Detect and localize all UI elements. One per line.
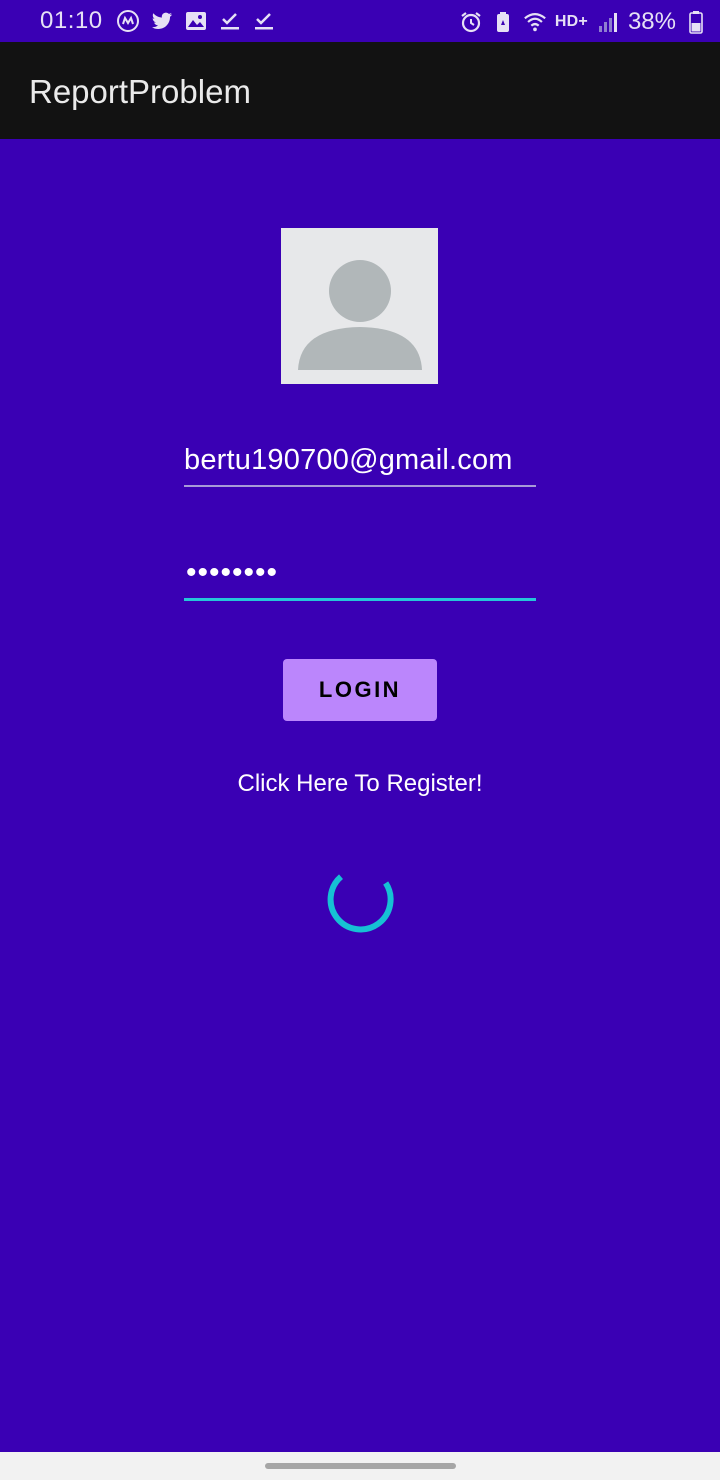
checklist-icon — [218, 9, 242, 33]
app-title: ReportProblem — [29, 73, 251, 110]
email-field[interactable]: bertu190700@gmail.com — [184, 440, 536, 487]
battery-icon — [684, 10, 708, 34]
alarm-icon — [459, 10, 483, 34]
navigation-bar — [0, 1452, 720, 1480]
battery-percent: 38% — [627, 8, 676, 35]
gallery-icon — [184, 9, 208, 33]
register-link[interactable]: Click Here To Register! — [0, 770, 720, 798]
network-type-label: HD+ — [554, 13, 588, 30]
email-value: bertu190700@gmail.com — [184, 444, 513, 476]
assistant-icon — [116, 9, 140, 33]
progress-spinner-icon — [327, 874, 394, 933]
battery-saver-icon — [491, 10, 515, 34]
signal-icon — [596, 10, 620, 34]
password-field[interactable]: •••••••• — [184, 556, 536, 601]
avatar — [281, 228, 438, 384]
home-gesture-handle[interactable] — [265, 1463, 456, 1469]
app-bar: ReportProblem — [0, 42, 720, 139]
notification-icons — [116, 9, 276, 33]
checklist-icon — [252, 9, 276, 33]
status-bar: 01:10 HD+ 38% — [0, 0, 720, 42]
wifi-icon — [523, 10, 547, 34]
status-time: 01:10 — [40, 7, 103, 34]
login-button[interactable]: LOGIN — [283, 659, 437, 721]
password-value: •••••••• — [186, 556, 279, 589]
twitter-icon — [150, 9, 174, 33]
system-icons: HD+ 38% — [459, 8, 708, 36]
